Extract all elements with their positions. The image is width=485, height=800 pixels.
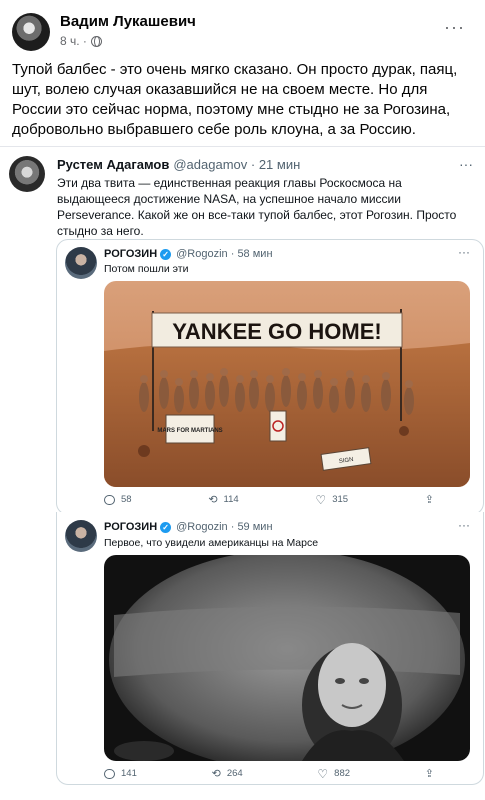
reply-button[interactable]: 58 bbox=[104, 494, 132, 505]
retweet-count: 264 bbox=[226, 768, 243, 779]
tweet-handle-time[interactable]: @adagamov · 21 мин bbox=[173, 157, 300, 172]
reply-icon bbox=[104, 768, 115, 779]
share-button[interactable]: ⇪ bbox=[425, 768, 434, 779]
quoted-header: РОГОЗИН ✓ @Rogozin · 58 мин bbox=[104, 248, 273, 260]
retweet-button[interactable]: ⟲ 264 bbox=[212, 768, 243, 779]
share-button[interactable]: ⇪ bbox=[425, 494, 434, 505]
quoted-author-name[interactable]: РОГОЗИН bbox=[104, 248, 157, 260]
quoted-handle-time[interactable]: @Rogozin · 59 мин bbox=[176, 521, 272, 533]
like-button[interactable]: ♡ 882 bbox=[317, 766, 351, 781]
heart-icon: ♡ bbox=[315, 492, 327, 507]
tweet-actions-2: 141 ⟲ 264 ♡ 882 ⇪ bbox=[104, 766, 434, 781]
divider bbox=[0, 146, 485, 147]
post-time[interactable]: 8 ч. · bbox=[60, 34, 87, 48]
tweet-avatar[interactable] bbox=[9, 156, 45, 192]
retweet-count: 114 bbox=[223, 494, 239, 505]
like-count: 315 bbox=[332, 494, 349, 505]
mars-scene: YANKEE GO HOME! MARS FOR MARTIANS SIGN bbox=[104, 281, 470, 487]
quoted-text: Первое, что увидели американцы на Марсе bbox=[104, 537, 319, 549]
tweet-actions-1: 58 ⟲ 114 ♡ 315 ⇪ bbox=[104, 492, 434, 507]
tweet-header: Рустем Адагамов @adagamov · 21 мин bbox=[57, 157, 300, 172]
share-icon: ⇪ bbox=[424, 493, 434, 506]
quoted-avatar[interactable] bbox=[65, 247, 97, 279]
like-count: 882 bbox=[334, 768, 351, 779]
author-avatar[interactable] bbox=[12, 13, 50, 51]
quoted-header: РОГОЗИН ✓ @Rogozin · 59 мин bbox=[104, 521, 273, 533]
post-author-name[interactable]: Вадим Лукашевич bbox=[60, 13, 196, 30]
quoted-author-name[interactable]: РОГОЗИН bbox=[104, 521, 157, 533]
tweet-text: Эти два твита — единственная реакция гла… bbox=[57, 176, 457, 238]
reply-count: 58 bbox=[121, 494, 132, 505]
like-button[interactable]: ♡ 315 bbox=[315, 492, 349, 507]
more-horizontal-icon[interactable]: ··· bbox=[444, 18, 465, 36]
rover-scene bbox=[104, 555, 470, 761]
verified-icon: ✓ bbox=[160, 248, 172, 260]
verified-icon: ✓ bbox=[160, 521, 172, 533]
banner-text: YANKEE GO HOME! bbox=[172, 319, 381, 344]
quoted-text: Потом пошли эти bbox=[104, 263, 189, 275]
retweet-icon: ⟲ bbox=[208, 493, 218, 506]
retweet-button[interactable]: ⟲ 114 bbox=[208, 494, 238, 505]
quoted-more-icon[interactable]: ··· bbox=[458, 518, 470, 532]
quoted-handle-time[interactable]: @Rogozin · 58 мин bbox=[176, 248, 272, 260]
rover-photo[interactable] bbox=[104, 555, 470, 761]
globe-icon bbox=[90, 35, 102, 47]
heart-icon: ♡ bbox=[317, 766, 329, 781]
share-icon: ⇪ bbox=[424, 767, 434, 780]
reply-button[interactable]: 141 bbox=[104, 768, 137, 779]
reply-icon bbox=[104, 494, 115, 505]
quoted-more-icon[interactable]: ··· bbox=[458, 245, 470, 259]
quoted-avatar[interactable] bbox=[65, 520, 97, 552]
mars-image[interactable]: YANKEE GO HOME! MARS FOR MARTIANS SIGN bbox=[104, 281, 470, 487]
sign-text-1: MARS FOR MARTIANS bbox=[157, 428, 222, 434]
reply-count: 141 bbox=[121, 768, 137, 779]
post-text: Тупой балбес - это очень мягко сказано. … bbox=[12, 61, 458, 138]
tweet-author-name[interactable]: Рустем Адагамов bbox=[57, 157, 169, 172]
retweet-icon: ⟲ bbox=[211, 767, 221, 780]
tweet-more-icon[interactable]: ··· bbox=[459, 156, 473, 172]
post-meta: 8 ч. · bbox=[60, 34, 102, 48]
